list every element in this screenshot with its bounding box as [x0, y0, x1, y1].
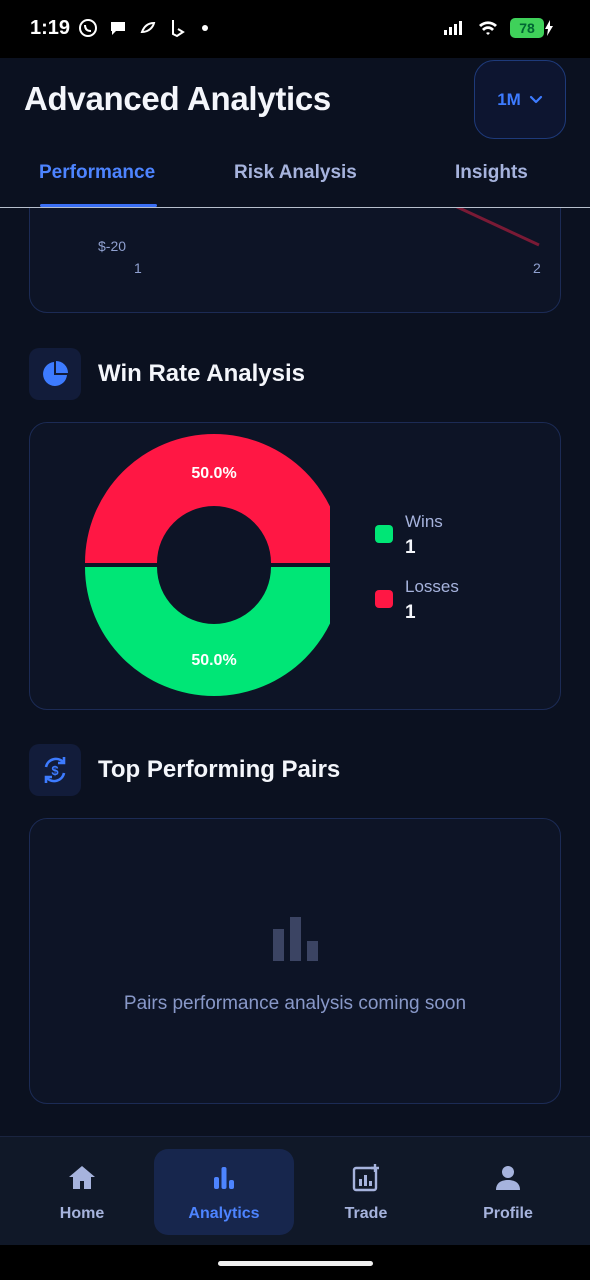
- whatsapp-icon: [79, 19, 97, 37]
- win-rate-header: Win Rate Analysis: [29, 348, 305, 400]
- period-selector-button[interactable]: 1M: [474, 60, 566, 139]
- pie-chart-icon: [29, 348, 81, 400]
- nav-label-analytics: Analytics: [188, 1205, 260, 1222]
- profile-icon: [496, 1166, 520, 1190]
- battery-level: 78: [510, 18, 544, 38]
- gesture-bar: [0, 1245, 590, 1280]
- donut-slice-losses: [85, 434, 330, 563]
- home-gesture-handle[interactable]: [218, 1261, 373, 1266]
- more-notifications-dot: [202, 25, 208, 31]
- x-tick-label-2: 2: [533, 260, 541, 276]
- nav-label-profile: Profile: [483, 1205, 533, 1222]
- donut-slice-wins: [85, 567, 330, 696]
- legend-label-wins: Wins: [405, 512, 443, 531]
- legend-count-losses: 1: [405, 602, 416, 623]
- scroll-content[interactable]: $-20 1 2 Win Rate Analysis 50.0% 50.0% W…: [0, 208, 590, 1136]
- bar-chart-icon: [214, 1167, 234, 1189]
- home-icon: [69, 1166, 95, 1189]
- legend-swatch-losses: [375, 590, 393, 608]
- system-icons: 78: [442, 18, 554, 38]
- chevron-down-icon: [529, 95, 542, 103]
- app-screen: Advanced Analytics 1M Performance Risk A…: [0, 58, 590, 1245]
- win-rate-donut-chart: 50.0% 50.0%: [85, 434, 330, 696]
- message-icon: [111, 22, 125, 35]
- nav-item-analytics[interactable]: Analytics: [154, 1149, 294, 1235]
- section-title-top-pairs: Top Performing Pairs: [98, 756, 341, 783]
- nav-item-home[interactable]: Home: [12, 1149, 152, 1235]
- bottom-navigation: Home Analytics Trade Profile: [0, 1136, 590, 1245]
- page-title: Advanced Analytics: [24, 80, 331, 117]
- tab-risk-analysis[interactable]: Risk Analysis: [234, 162, 357, 184]
- status-time: 1:19: [30, 17, 71, 39]
- currency-exchange-icon: $: [29, 744, 81, 796]
- donut-label-wins: 50.0%: [191, 652, 236, 669]
- legend-swatch-wins: [375, 525, 393, 543]
- top-pairs-card: Pairs performance analysis coming soon: [29, 818, 561, 1104]
- y-tick-label: $-20: [98, 238, 126, 254]
- nav-label-home: Home: [59, 1205, 105, 1222]
- legend-label-losses: Losses: [405, 577, 459, 596]
- tab-insights[interactable]: Insights: [455, 162, 528, 184]
- bar-chart-placeholder-icon: [273, 917, 318, 961]
- nav-item-profile[interactable]: Profile: [438, 1149, 578, 1235]
- pairs-coming-soon-text: Pairs performance analysis coming soon: [123, 993, 467, 1014]
- pnl-chart: $-20 1 2: [98, 208, 541, 276]
- legend-count-wins: 1: [405, 537, 416, 558]
- nav-label-trade: Trade: [344, 1205, 388, 1222]
- x-tick-label-1: 1: [134, 260, 142, 276]
- period-label: 1M: [497, 89, 521, 109]
- bing-icon: [172, 20, 185, 38]
- pnl-line: [455, 208, 540, 247]
- charging-icon: [545, 20, 553, 36]
- tab-performance[interactable]: Performance: [39, 162, 155, 184]
- section-title-win-rate: Win Rate Analysis: [98, 360, 305, 387]
- battery-indicator: 78: [510, 18, 554, 38]
- status-bar: 1:19 78: [0, 0, 590, 58]
- top-pairs-header: $ Top Performing Pairs: [29, 744, 340, 796]
- tab-bar: Performance Risk Analysis Insights: [0, 158, 590, 208]
- signal-icon: [444, 21, 462, 35]
- notification-icons: [78, 18, 208, 38]
- svg-text:$: $: [51, 763, 59, 778]
- pnl-chart-card: $-20 1 2: [29, 208, 561, 313]
- app-icon: [140, 21, 156, 34]
- donut-label-losses: 50.0%: [191, 465, 236, 482]
- trade-icon: [352, 1164, 379, 1192]
- win-rate-card: 50.0% 50.0% Wins 1 Losses 1: [29, 422, 561, 710]
- nav-item-trade[interactable]: Trade: [296, 1149, 436, 1235]
- wifi-icon: [479, 21, 497, 35]
